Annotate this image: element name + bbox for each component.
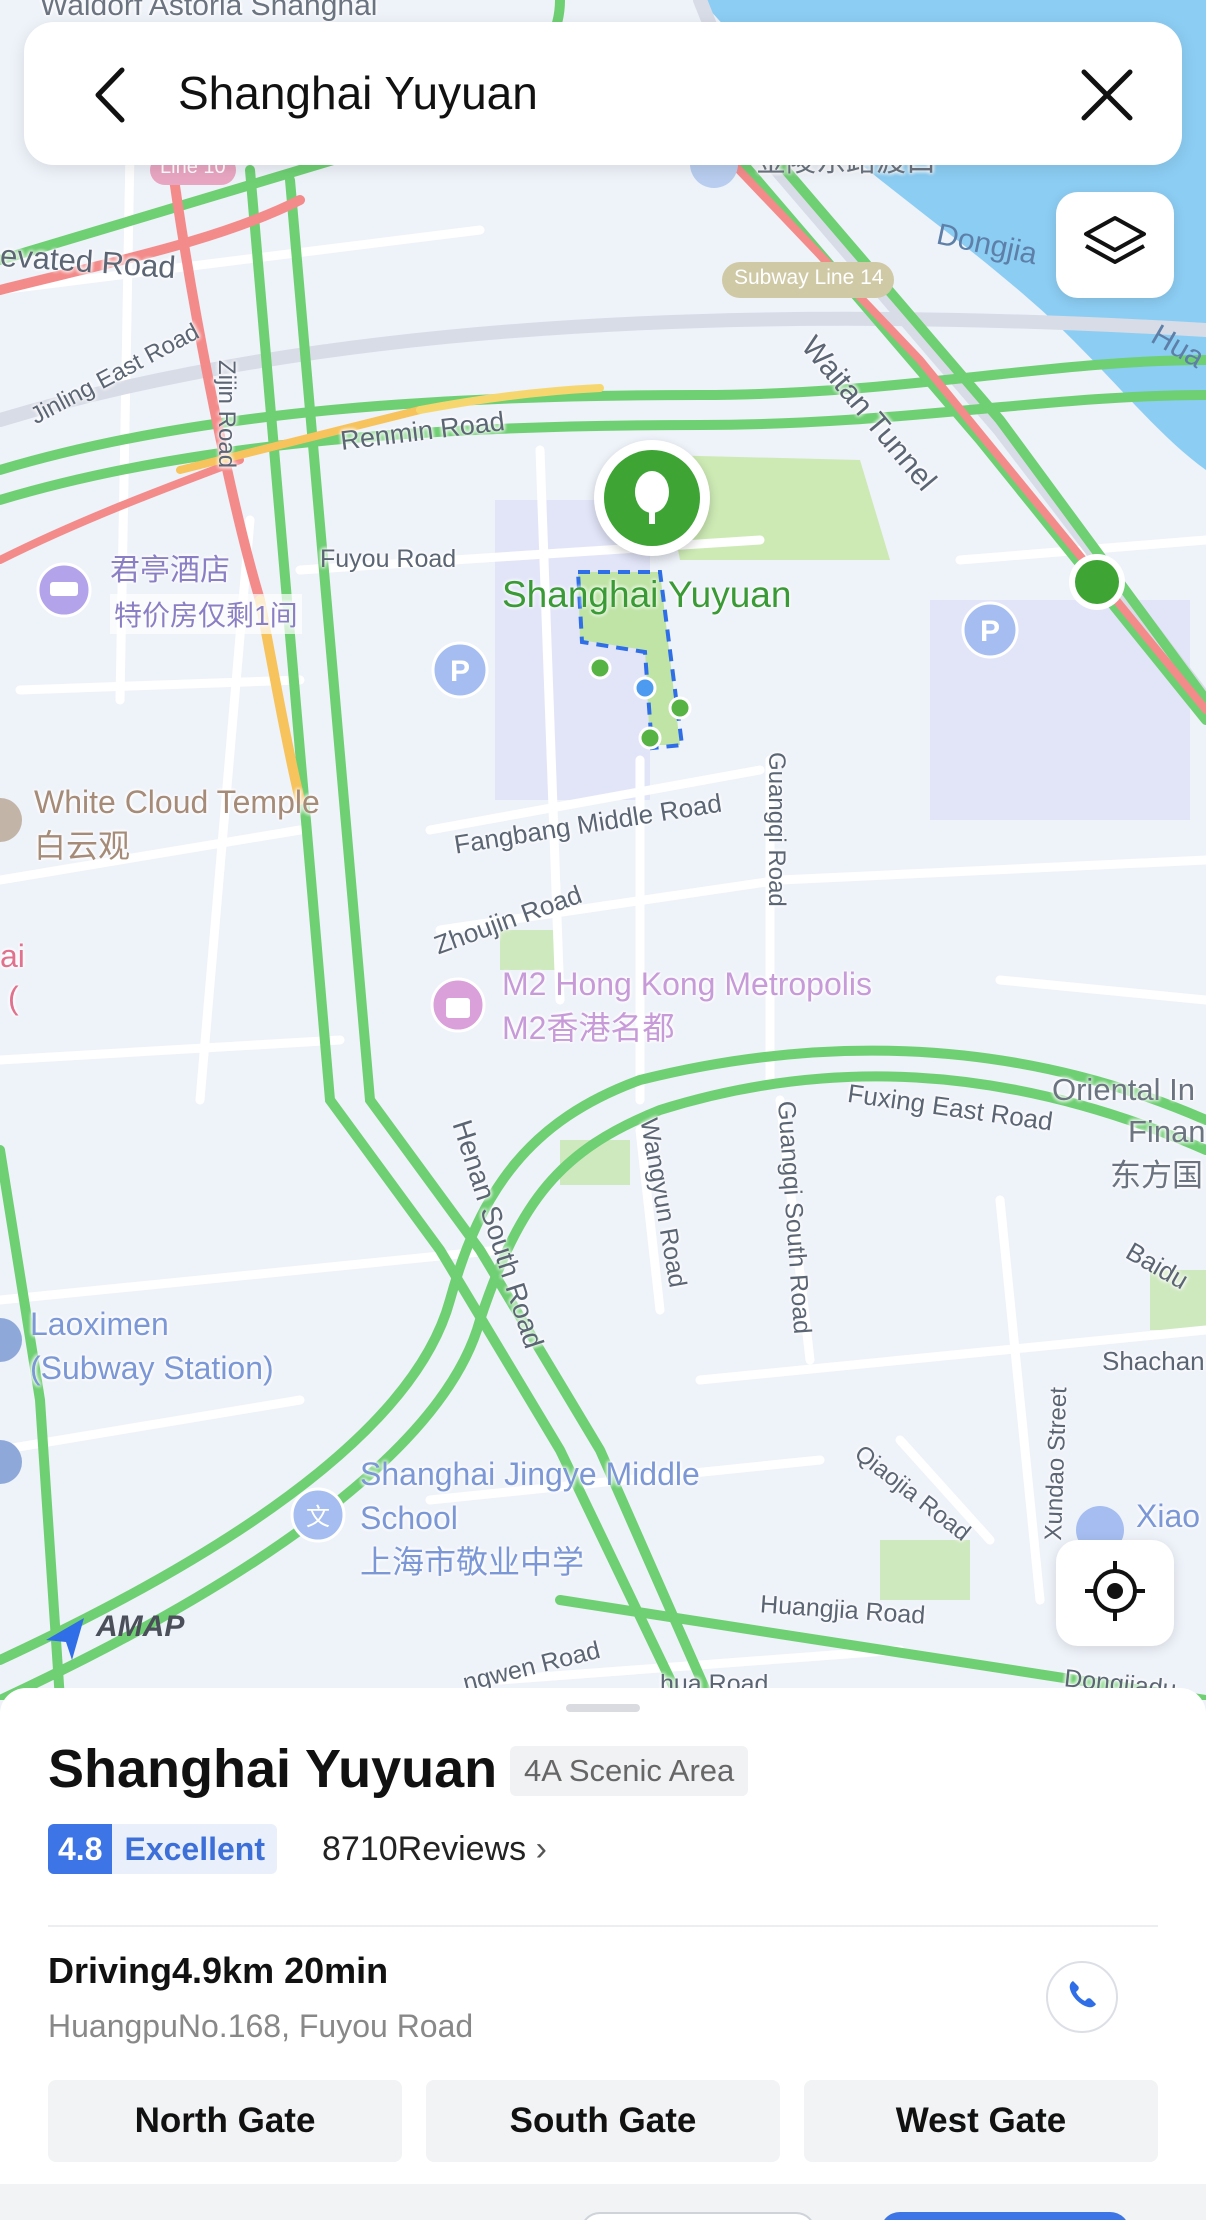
close-icon[interactable] (1072, 60, 1142, 130)
map-label-white-cloud-en: White Cloud Temple (34, 784, 320, 820)
divider (48, 1925, 1158, 1927)
map-label-zijin-road: Zijin Road (213, 360, 240, 469)
map-label-hotel: 君亭酒店 (110, 554, 230, 587)
map-label-shachan: Shachan (1102, 1346, 1205, 1376)
rating-score: 4.8 (48, 1824, 113, 1874)
svg-text:文: 文 (306, 1503, 330, 1531)
map-label-laoximen-2: (Subway Station) (30, 1350, 274, 1386)
search-bar[interactable]: Shanghai Yuyuan (24, 22, 1182, 165)
locate-button[interactable] (1056, 1540, 1174, 1646)
map-label-jingye-1: Shanghai Jingye Middle (360, 1456, 700, 1492)
bottom-primary-button[interactable] (880, 2212, 1130, 2220)
place-title: Shanghai Yuyuan (48, 1739, 498, 1799)
map-label-fuyou-road: Fuyou Road (320, 545, 457, 573)
map-label-oriental-1: Oriental In (1052, 1072, 1196, 1107)
layers-button[interactable] (1056, 192, 1174, 298)
gate-button-north[interactable]: North Gate (48, 2080, 402, 2162)
map-park-title[interactable]: Shanghai Yuyuan (502, 574, 791, 616)
place-detail-sheet[interactable]: Shanghai Yuyuan 4A Scenic Area 4.8 Excel… (0, 1688, 1206, 2220)
map-label-xundao-street: Xundao Street (1040, 1386, 1073, 1541)
phone-icon (1064, 1977, 1100, 2018)
svg-text:P: P (450, 655, 470, 688)
category-badge: 4A Scenic Area (510, 1746, 749, 1796)
layers-icon (1080, 208, 1150, 283)
map-label-jingye-cn: 上海市敬业中学 (360, 1544, 585, 1580)
map-label-oriental-3: 东方国 (1110, 1158, 1203, 1193)
map-label-m2-en: M2 Hong Kong Metropolis (502, 966, 872, 1002)
map-label-guangqi-road: Guangqi Road (763, 752, 790, 907)
map-view[interactable]: P P 文 Waldorf Astoria Shanghai Line 10 金… (0, 0, 1206, 1700)
search-input[interactable]: Shanghai Yuyuan (178, 66, 538, 120)
chevron-right-icon: › (535, 1830, 547, 1868)
rating-badge[interactable]: 4.8 Excellent (48, 1824, 277, 1874)
map-label-left-partial-2: ( (8, 980, 19, 1016)
chevron-left-icon[interactable] (76, 60, 146, 130)
call-button[interactable] (1046, 1961, 1118, 2033)
map-label-white-cloud-cn: 白云观 (34, 828, 131, 864)
place-pin[interactable] (594, 440, 710, 556)
tree-icon (604, 450, 700, 546)
map-label-laoximen-1: Laoximen (30, 1306, 169, 1342)
map-label-m2-cn: M2香港名都 (502, 1010, 675, 1046)
reviews-link[interactable]: 8710Reviews › (322, 1824, 547, 1874)
map-label-oriental-2: Finan (1128, 1114, 1206, 1149)
map-label-line14: Subway Line 14 (734, 266, 884, 289)
sheet-handle[interactable] (566, 1704, 640, 1712)
svg-text:P: P (980, 615, 1000, 648)
rating-word: Excellent (124, 1831, 265, 1867)
reviews-count: 8710Reviews (322, 1830, 527, 1868)
locate-icon (1080, 1556, 1150, 1631)
map-label-left-partial-1: ai (0, 938, 25, 974)
gate-button-west[interactable]: West Gate (804, 2080, 1158, 2162)
amap-logo: AMAP (96, 1610, 185, 1643)
driving-info[interactable]: Driving4.9km 20min (48, 1950, 388, 1992)
bottom-secondary-button[interactable] (580, 2212, 816, 2220)
map-label-hotel-note: 特价房仅剩1间 (110, 594, 302, 634)
map-label-jingye-2: School (360, 1500, 458, 1536)
map-label-xiao: Xiao (1136, 1498, 1201, 1534)
gate-button-south[interactable]: South Gate (426, 2080, 780, 2162)
address-text: HuangpuNo.168, Fuyou Road (48, 2008, 474, 2044)
